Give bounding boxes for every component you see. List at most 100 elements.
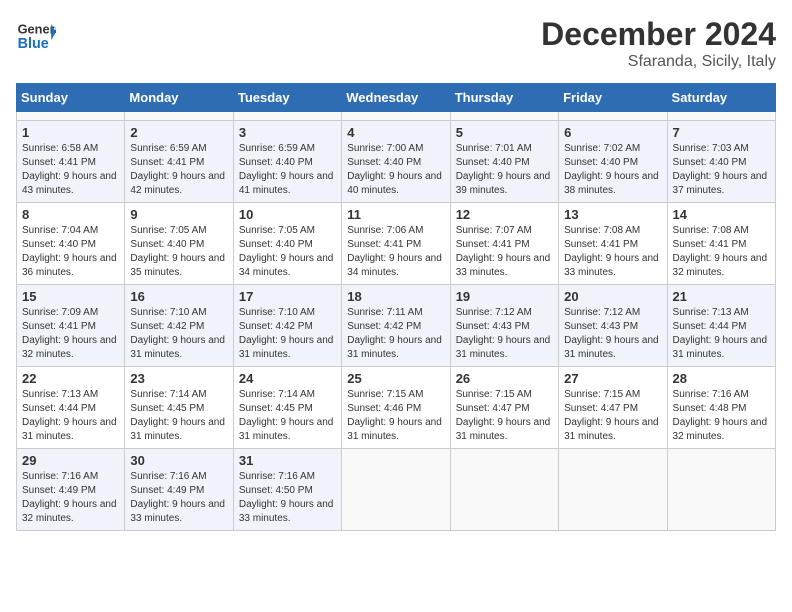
calendar-cell: 25 Sunrise: 7:15 AMSunset: 4:46 PMDayligh… (342, 367, 450, 449)
calendar-cell: 29 Sunrise: 7:16 AMSunset: 4:49 PMDayligh… (17, 449, 125, 531)
calendar-cell: 31 Sunrise: 7:16 AMSunset: 4:50 PMDayligh… (233, 449, 341, 531)
day-info: Sunrise: 7:07 AMSunset: 4:41 PMDaylight:… (456, 224, 553, 280)
calendar-table: SundayMondayTuesdayWednesdayThursdayFrid… (16, 83, 776, 531)
day-info: Sunrise: 7:12 AMSunset: 4:43 PMDaylight:… (456, 306, 553, 362)
day-info: Sunrise: 7:10 AMSunset: 4:42 PMDaylight:… (239, 306, 336, 362)
day-number: 31 (239, 453, 336, 468)
calendar-cell: 28 Sunrise: 7:16 AMSunset: 4:48 PMDayligh… (667, 367, 775, 449)
page-header: General Blue December 2024 Sfaranda, Sic… (16, 16, 776, 71)
day-info: Sunrise: 7:09 AMSunset: 4:41 PMDaylight:… (22, 306, 119, 362)
day-info: Sunrise: 7:06 AMSunset: 4:41 PMDaylight:… (347, 224, 444, 280)
day-info: Sunrise: 6:59 AMSunset: 4:40 PMDaylight:… (239, 142, 336, 198)
day-number: 11 (347, 207, 444, 222)
day-number: 17 (239, 289, 336, 304)
day-number: 25 (347, 371, 444, 386)
day-info: Sunrise: 7:13 AMSunset: 4:44 PMDaylight:… (22, 388, 119, 444)
col-header-monday: Monday (125, 84, 233, 112)
day-number: 15 (22, 289, 119, 304)
calendar-cell (342, 449, 450, 531)
calendar-week-row: 8 Sunrise: 7:04 AMSunset: 4:40 PMDaylight… (17, 203, 776, 285)
day-number: 14 (673, 207, 770, 222)
calendar-cell (450, 112, 558, 121)
col-header-thursday: Thursday (450, 84, 558, 112)
day-info: Sunrise: 7:08 AMSunset: 4:41 PMDaylight:… (564, 224, 661, 280)
day-number: 7 (673, 125, 770, 140)
calendar-cell: 21Sunrise: 7:13 AMSunset: 4:44 PMDayligh… (667, 285, 775, 367)
calendar-cell: 14 Sunrise: 7:08 AMSunset: 4:41 PMDayligh… (667, 203, 775, 285)
day-info: Sunrise: 7:15 AMSunset: 4:46 PMDaylight:… (347, 388, 444, 444)
day-number: 29 (22, 453, 119, 468)
day-info: Sunrise: 7:16 AMSunset: 4:50 PMDaylight:… (239, 470, 336, 526)
day-info: Sunrise: 7:04 AMSunset: 4:40 PMDaylight:… (22, 224, 119, 280)
calendar-week-row: 15 Sunrise: 7:09 AMSunset: 4:41 PMDayligh… (17, 285, 776, 367)
calendar-cell: 17 Sunrise: 7:10 AMSunset: 4:42 PMDayligh… (233, 285, 341, 367)
svg-text:Blue: Blue (18, 36, 49, 52)
col-header-saturday: Saturday (667, 84, 775, 112)
calendar-cell: 10Sunrise: 7:05 AMSunset: 4:40 PMDayligh… (233, 203, 341, 285)
calendar-cell: 9 Sunrise: 7:05 AMSunset: 4:40 PMDaylight… (125, 203, 233, 285)
calendar-cell (125, 112, 233, 121)
day-info: Sunrise: 7:15 AMSunset: 4:47 PMDaylight:… (456, 388, 553, 444)
calendar-week-row (17, 112, 776, 121)
logo: General Blue (16, 16, 60, 56)
day-number: 8 (22, 207, 119, 222)
calendar-cell (17, 112, 125, 121)
day-info: Sunrise: 7:10 AMSunset: 4:42 PMDaylight:… (130, 306, 227, 362)
calendar-cell: 2Sunrise: 6:59 AMSunset: 4:41 PMDaylight… (125, 121, 233, 203)
day-info: Sunrise: 7:11 AMSunset: 4:42 PMDaylight:… (347, 306, 444, 362)
col-header-friday: Friday (559, 84, 667, 112)
day-info: Sunrise: 7:15 AMSunset: 4:47 PMDaylight:… (564, 388, 661, 444)
day-number: 18 (347, 289, 444, 304)
day-info: Sunrise: 7:00 AMSunset: 4:40 PMDaylight:… (347, 142, 444, 198)
calendar-cell (233, 112, 341, 121)
calendar-cell: 23Sunrise: 7:14 AMSunset: 4:45 PMDayligh… (125, 367, 233, 449)
day-number: 12 (456, 207, 553, 222)
calendar-cell: 24 Sunrise: 7:14 AMSunset: 4:45 PMDayligh… (233, 367, 341, 449)
day-number: 28 (673, 371, 770, 386)
day-info: Sunrise: 7:08 AMSunset: 4:41 PMDaylight:… (673, 224, 770, 280)
day-number: 1 (22, 125, 119, 140)
day-number: 24 (239, 371, 336, 386)
day-number: 10 (239, 207, 336, 222)
calendar-cell: 20Sunrise: 7:12 AMSunset: 4:43 PMDayligh… (559, 285, 667, 367)
day-number: 30 (130, 453, 227, 468)
day-info: Sunrise: 7:02 AMSunset: 4:40 PMDaylight:… (564, 142, 661, 198)
calendar-cell: 16 Sunrise: 7:10 AMSunset: 4:42 PMDayligh… (125, 285, 233, 367)
day-number: 26 (456, 371, 553, 386)
month-title: December 2024 (541, 16, 776, 53)
calendar-cell: 26 Sunrise: 7:15 AMSunset: 4:47 PMDayligh… (450, 367, 558, 449)
calendar-cell (559, 449, 667, 531)
day-info: Sunrise: 7:16 AMSunset: 4:49 PMDaylight:… (130, 470, 227, 526)
day-number: 21 (673, 289, 770, 304)
day-info: Sunrise: 7:01 AMSunset: 4:40 PMDaylight:… (456, 142, 553, 198)
col-header-wednesday: Wednesday (342, 84, 450, 112)
calendar-cell: 22Sunrise: 7:13 AMSunset: 4:44 PMDayligh… (17, 367, 125, 449)
day-number: 6 (564, 125, 661, 140)
day-info: Sunrise: 7:16 AMSunset: 4:49 PMDaylight:… (22, 470, 119, 526)
generalblue-logo-icon: General Blue (16, 16, 56, 56)
calendar-cell: 5Sunrise: 7:01 AMSunset: 4:40 PMDaylight… (450, 121, 558, 203)
calendar-cell (667, 449, 775, 531)
day-info: Sunrise: 7:16 AMSunset: 4:48 PMDaylight:… (673, 388, 770, 444)
calendar-cell: 15 Sunrise: 7:09 AMSunset: 4:41 PMDayligh… (17, 285, 125, 367)
title-block: December 2024 Sfaranda, Sicily, Italy (541, 16, 776, 71)
day-info: Sunrise: 7:03 AMSunset: 4:40 PMDaylight:… (673, 142, 770, 198)
calendar-cell: 27 Sunrise: 7:15 AMSunset: 4:47 PMDayligh… (559, 367, 667, 449)
day-number: 23 (130, 371, 227, 386)
col-header-sunday: Sunday (17, 84, 125, 112)
location-subtitle: Sfaranda, Sicily, Italy (541, 53, 776, 71)
day-info: Sunrise: 6:59 AMSunset: 4:41 PMDaylight:… (130, 142, 227, 198)
day-number: 9 (130, 207, 227, 222)
calendar-cell: 13 Sunrise: 7:08 AMSunset: 4:41 PMDayligh… (559, 203, 667, 285)
calendar-cell: 8 Sunrise: 7:04 AMSunset: 4:40 PMDaylight… (17, 203, 125, 285)
svg-text:General: General (18, 22, 56, 37)
day-number: 27 (564, 371, 661, 386)
calendar-cell: 7 Sunrise: 7:03 AMSunset: 4:40 PMDaylight… (667, 121, 775, 203)
day-info: Sunrise: 7:05 AMSunset: 4:40 PMDaylight:… (130, 224, 227, 280)
calendar-header-row: SundayMondayTuesdayWednesdayThursdayFrid… (17, 84, 776, 112)
day-number: 16 (130, 289, 227, 304)
calendar-cell: 12 Sunrise: 7:07 AMSunset: 4:41 PMDayligh… (450, 203, 558, 285)
day-number: 13 (564, 207, 661, 222)
day-info: Sunrise: 7:14 AMSunset: 4:45 PMDaylight:… (239, 388, 336, 444)
calendar-cell (667, 112, 775, 121)
